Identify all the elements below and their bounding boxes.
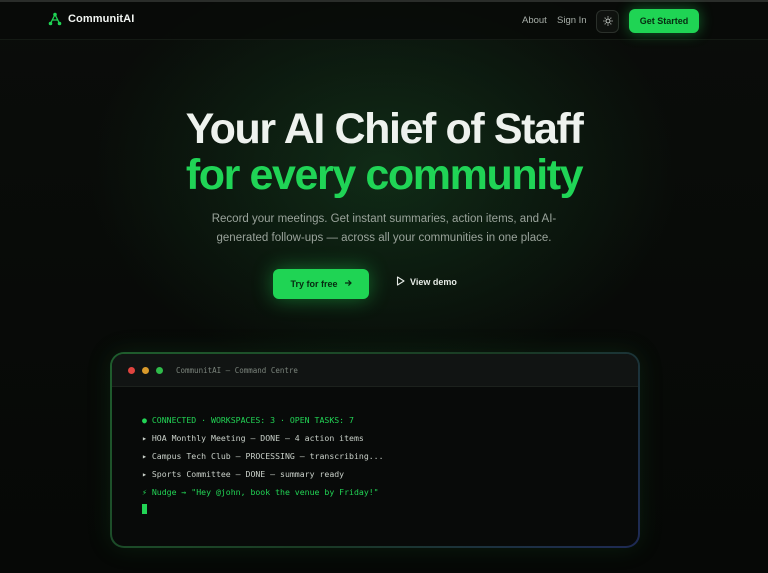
arrow-right-icon (344, 279, 352, 289)
brand[interactable]: CommunitAI (48, 12, 134, 26)
network-logo-icon (48, 12, 62, 26)
play-icon (396, 276, 405, 288)
nav-about-link[interactable]: About (522, 15, 547, 26)
window-close-dot[interactable] (128, 367, 135, 374)
terminal-nudge-line: ⚡ Nudge → "Hey @john, book the venue by … (142, 487, 379, 497)
try-for-free-label: Try for free (290, 279, 338, 289)
terminal-title: CommunitAI — Command Centre (176, 366, 298, 375)
command-centre-terminal: CommunitAI — Command Centre ● CONNECTED … (110, 352, 640, 548)
try-for-free-button[interactable]: Try for free (273, 269, 369, 299)
terminal-title-bar: CommunitAI — Command Centre (112, 354, 638, 387)
terminal-line: ▸ Campus Tech Club — PROCESSING — transc… (142, 451, 384, 461)
terminal-cursor (142, 504, 147, 514)
hero-title-line-2: for every community (185, 151, 584, 199)
window-maximize-dot[interactable] (156, 367, 163, 374)
nav-signin-link[interactable]: Sign In (557, 15, 587, 26)
window-minimize-dot[interactable] (142, 367, 149, 374)
hero-subtitle: Record your meetings. Get instant summar… (211, 213, 557, 244)
brand-name: CommunitAI (68, 13, 135, 25)
theme-toggle-button[interactable] (596, 10, 619, 33)
terminal-line: ▸ Sports Committee — DONE — summary read… (142, 469, 345, 479)
sun-icon (602, 13, 613, 31)
hero-title-line-1: Your AI Chief of Staff (185, 105, 584, 153)
view-demo-button[interactable]: View demo (396, 276, 457, 288)
get-started-button[interactable]: Get Started (629, 9, 699, 33)
top-navbar: CommunitAI About Sign In Get Started (0, 2, 768, 40)
view-demo-label: View demo (410, 277, 457, 287)
terminal-status-line: ● CONNECTED · WORKSPACES: 3 · OPEN TASKS… (142, 415, 354, 425)
terminal-line: ▸ HOA Monthly Meeting — DONE — 4 action … (142, 433, 364, 443)
